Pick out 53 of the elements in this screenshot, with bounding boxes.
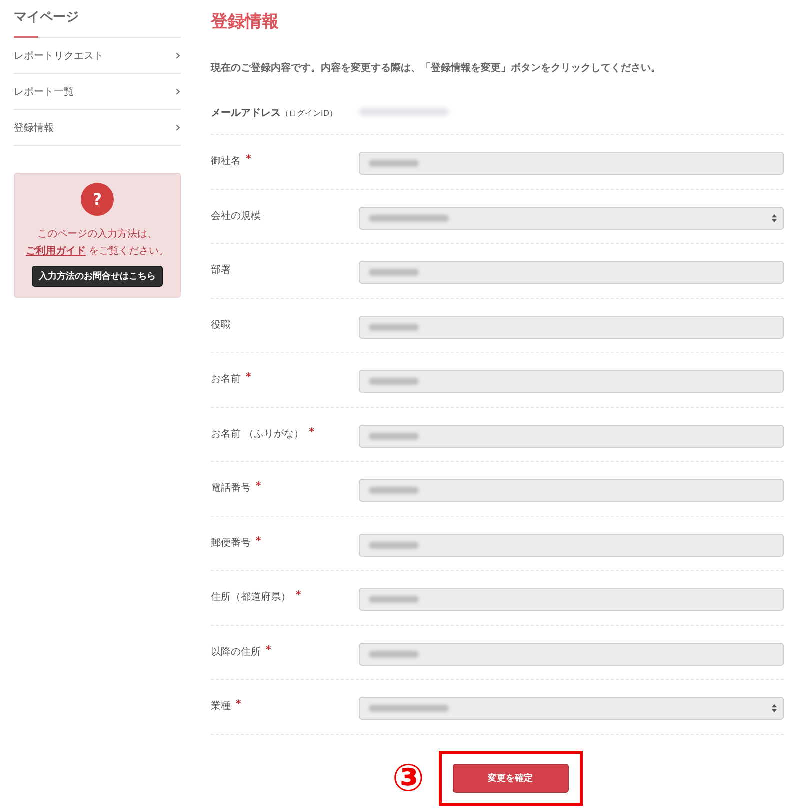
sidebar-item[interactable]: レポートリクエスト › <box>14 38 181 74</box>
required-mark: * <box>266 644 272 658</box>
step-number: ③ <box>392 759 425 797</box>
field-label: 電話番号 <box>211 482 251 495</box>
required-mark: * <box>296 590 302 603</box>
updown-icon <box>772 704 777 713</box>
required-mark: * <box>309 426 314 440</box>
field-label: 会社の規模 <box>211 210 261 222</box>
inquiry-button[interactable]: 入力方法のお問合せはこちら <box>32 266 163 287</box>
input-field[interactable] <box>359 534 784 556</box>
field-label: 住所（都道府県） <box>211 590 291 604</box>
help-icon: ? <box>81 183 114 216</box>
required-mark: * <box>246 372 252 385</box>
blurred-value <box>369 324 419 330</box>
input-field[interactable] <box>359 370 784 393</box>
blurred-value <box>369 650 419 658</box>
field-label: 以降の住所 <box>211 646 261 658</box>
field-label: お名前 <box>211 373 241 386</box>
submit-button[interactable]: 変更を確定 <box>452 764 569 792</box>
blurred-value <box>369 542 419 548</box>
input-field[interactable] <box>359 316 784 338</box>
select-field[interactable] <box>359 206 784 230</box>
intro-text: 現在のご登録内容です。内容を変更する際は、「登録情報を変更」ボタンをクリックしてください。 <box>211 61 662 75</box>
input-field[interactable] <box>359 479 784 502</box>
required-mark: * <box>256 536 262 548</box>
input-field[interactable] <box>359 588 784 611</box>
field-label: 業種 <box>211 700 231 713</box>
required-mark: * <box>246 154 252 167</box>
sidebar-item[interactable]: 登録情報 › <box>14 110 181 146</box>
field-label: 部署 <box>211 264 231 277</box>
field-label: お名前 （ふりがな） <box>211 428 304 440</box>
help-text: このページの入力方法は、 ご利用ガイド をご覧ください。 <box>24 228 170 259</box>
sidebar-item[interactable]: レポート一覧 › <box>14 74 181 110</box>
blurred-value <box>369 487 419 494</box>
input-field[interactable] <box>359 424 784 448</box>
blurred-value <box>369 269 419 276</box>
blurred-value <box>369 432 419 440</box>
field-label: メールアドレス（ログインID） <box>211 107 339 120</box>
blurred-value <box>369 596 419 603</box>
blurred-value <box>369 160 419 167</box>
input-field[interactable] <box>359 642 784 666</box>
select-field[interactable] <box>359 697 784 720</box>
field-label: 郵便番号 <box>211 536 251 550</box>
field-label: 御社名 <box>211 154 241 168</box>
required-mark: * <box>256 481 262 494</box>
page-title: 登録情報 <box>211 11 280 33</box>
field-label: 役職 <box>211 318 231 332</box>
blurred-value <box>369 378 419 385</box>
guide-link[interactable]: ご利用ガイド <box>26 246 86 257</box>
updown-icon <box>772 214 777 222</box>
input-field[interactable] <box>359 261 784 284</box>
input-field[interactable] <box>359 152 784 175</box>
required-mark: * <box>236 699 242 712</box>
